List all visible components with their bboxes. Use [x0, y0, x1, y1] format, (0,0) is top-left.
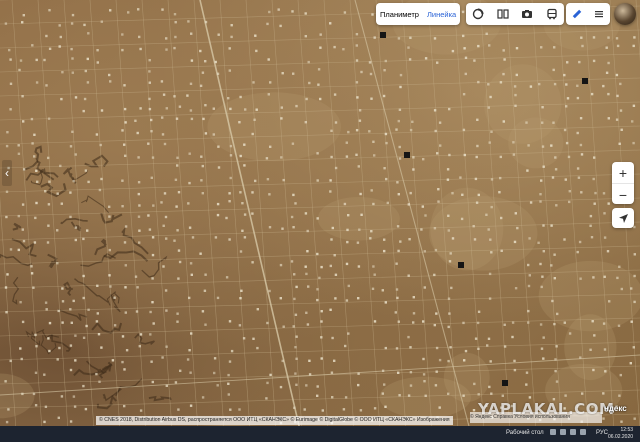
battery-icon[interactable]: [580, 429, 586, 435]
language-indicator[interactable]: РУС: [596, 430, 608, 436]
measure-tools: Планиметр Линейка: [376, 3, 460, 25]
yandex-logo: ндекс: [604, 404, 627, 413]
ruler-icon[interactable]: [569, 6, 585, 22]
zoom-out-button[interactable]: −: [612, 184, 634, 205]
site-watermark: YAPLAKAL.COM: [478, 400, 615, 418]
os-taskbar: Рабочий стол РУС 12:53 06.02.2020: [0, 426, 640, 442]
left-panel-toggle[interactable]: ‹: [2, 160, 12, 186]
hamburger-menu-icon[interactable]: [591, 6, 607, 22]
system-tray: [550, 429, 586, 435]
taskbar-clock[interactable]: 12:53 06.02.2020: [608, 427, 633, 440]
geolocation-button[interactable]: [612, 208, 634, 228]
zoom-control: + −: [612, 162, 634, 204]
ruler-toolbar: [566, 3, 610, 25]
desktop-label[interactable]: Рабочий стол: [506, 430, 544, 436]
volume-icon[interactable]: [570, 429, 576, 435]
ruler-text-button[interactable]: Линейка: [423, 10, 460, 19]
navigation-arrow-icon: [618, 213, 628, 223]
user-avatar[interactable]: [614, 3, 636, 25]
imagery-copyright: © CNES 2018, Distribution Airbus DS, рас…: [96, 416, 453, 425]
satellite-map[interactable]: [0, 0, 640, 430]
map-terrain: [0, 0, 640, 430]
zoom-in-button[interactable]: +: [612, 162, 634, 183]
layers-toolbar: [466, 3, 564, 25]
photo-icon[interactable]: [519, 6, 535, 22]
planimeter-button[interactable]: Планиметр: [376, 10, 423, 19]
clock-date: 06.02.2020: [608, 433, 634, 440]
tray-chevron-icon[interactable]: [550, 429, 556, 435]
network-icon[interactable]: [560, 429, 566, 435]
street-view-icon[interactable]: [495, 6, 511, 22]
bus-icon[interactable]: [544, 6, 560, 22]
panorama-icon[interactable]: [470, 6, 486, 22]
